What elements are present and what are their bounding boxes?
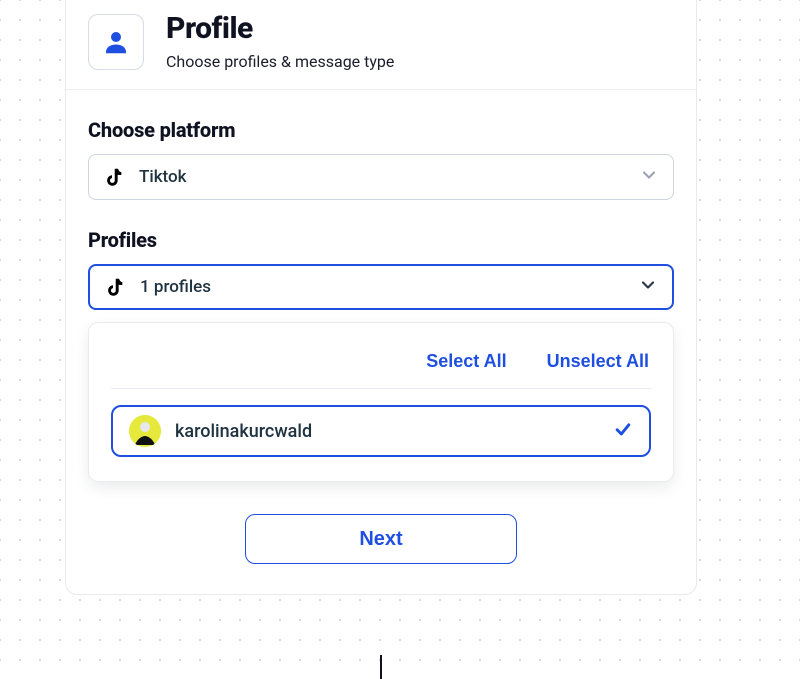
next-button[interactable]: Next [245, 514, 517, 564]
profiles-label: Profiles [88, 228, 674, 252]
profile-option[interactable]: karolinakurcwald [111, 405, 651, 457]
profile-icon-box [88, 14, 144, 70]
page-subtitle: Choose profiles & message type [166, 52, 394, 71]
select-all-button[interactable]: Select All [426, 351, 506, 372]
tiktok-icon [103, 166, 125, 188]
dropdown-actions: Select All Unselect All [111, 341, 651, 389]
avatar [129, 415, 161, 447]
unselect-all-button[interactable]: Unselect All [547, 351, 649, 372]
page-title: Profile [166, 11, 394, 46]
profile-option-name: karolinakurcwald [175, 421, 599, 442]
next-button-wrap: Next [88, 514, 674, 564]
tiktok-icon [104, 276, 126, 298]
profiles-select[interactable]: 1 profiles [88, 264, 674, 310]
platform-label: Choose platform [88, 118, 674, 142]
check-icon [613, 419, 633, 443]
profiles-section: Profiles 1 profiles Select All Unselect … [88, 228, 674, 482]
flow-connector-line [380, 655, 382, 679]
profile-step-card: Profile Choose profiles & message type C… [65, 0, 697, 595]
card-body: Choose platform Tiktok Profiles [66, 90, 696, 564]
card-header: Profile Choose profiles & message type [66, 0, 696, 90]
chevron-down-icon [639, 165, 659, 189]
person-icon [101, 27, 131, 57]
platform-select[interactable]: Tiktok [88, 154, 674, 200]
chevron-down-icon [638, 275, 658, 299]
profiles-summary: 1 profiles [140, 277, 624, 297]
platform-selected-value: Tiktok [139, 167, 625, 187]
header-text: Profile Choose profiles & message type [166, 11, 394, 71]
platform-section: Choose platform Tiktok [88, 118, 674, 200]
profiles-dropdown: Select All Unselect All karolinakurcwald [88, 322, 674, 482]
